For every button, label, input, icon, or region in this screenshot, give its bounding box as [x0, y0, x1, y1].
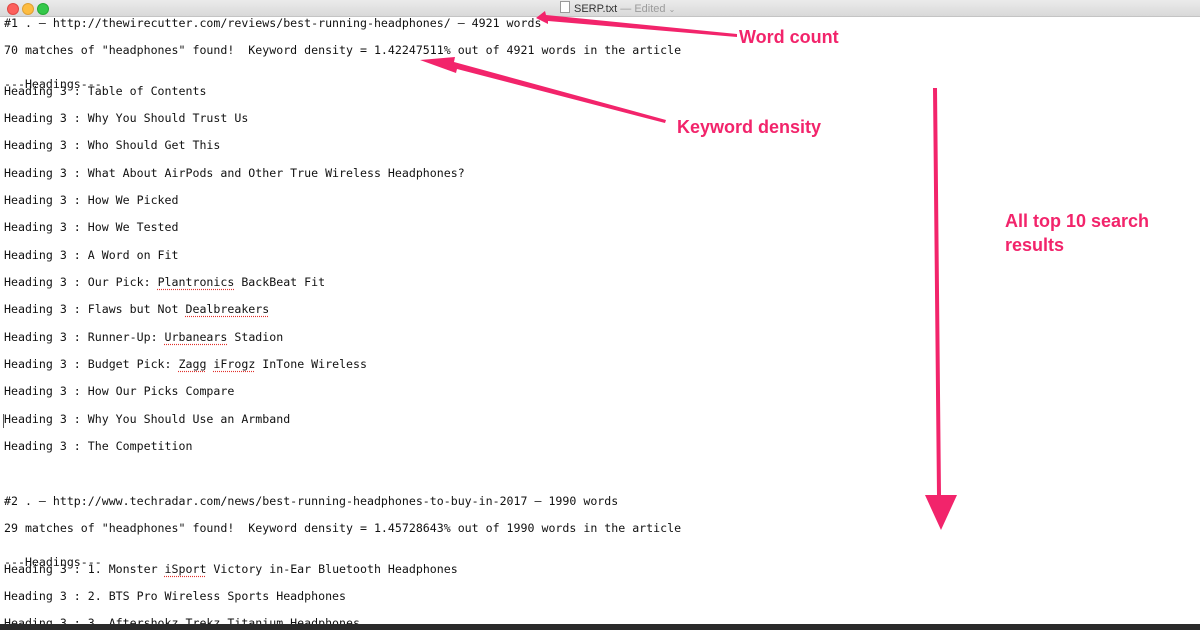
- keyword-density-arrow: [420, 57, 666, 123]
- keyword-density-annotation: Keyword density: [677, 117, 822, 137]
- annotation-arrows: [420, 11, 957, 530]
- top10-annotation-line1: All top 10 search: [1005, 211, 1150, 231]
- word-count-annotation: Word count: [739, 27, 839, 47]
- word-count-arrow: [536, 11, 737, 37]
- top10-annotation-line2: results: [1005, 235, 1065, 255]
- top10-arrow: [925, 88, 957, 530]
